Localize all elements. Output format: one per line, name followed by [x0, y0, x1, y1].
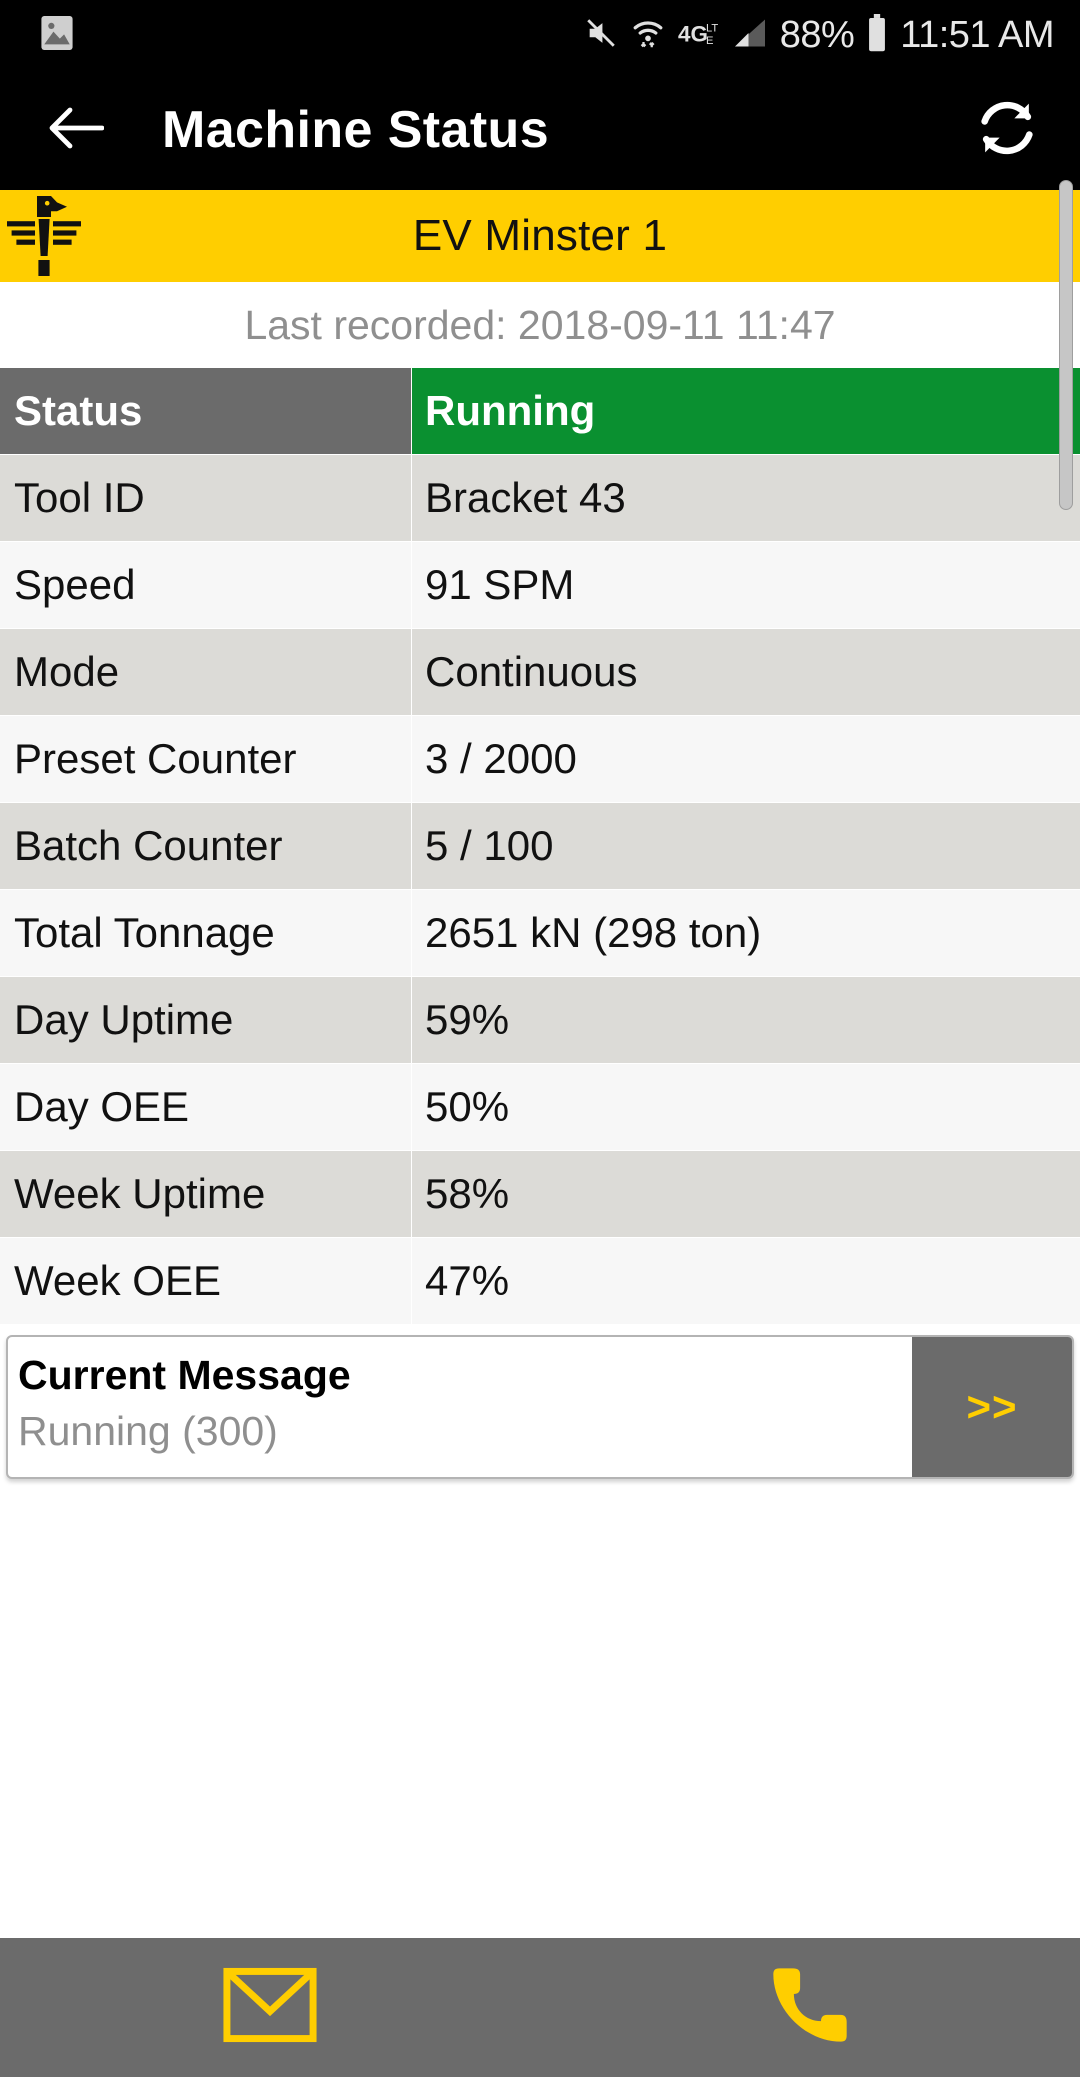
status-bar-right-icons: 4G LT E 88% 11:51 AM: [584, 13, 1054, 57]
current-message-card[interactable]: Current Message Running (300) >>: [6, 1335, 1074, 1479]
row-value: 47%: [412, 1238, 1080, 1324]
row-label: Preset Counter: [0, 716, 411, 802]
content-filler: [0, 1479, 1080, 1938]
svg-text:LT: LT: [706, 22, 718, 34]
phone-icon: [766, 1961, 854, 2054]
machine-name-label: EV Minster 1: [412, 211, 668, 260]
call-button[interactable]: [540, 1938, 1080, 2077]
row-value: Bracket 43: [412, 455, 1080, 541]
row-value: 2651 kN (298 ton): [412, 890, 1080, 976]
scrollbar-thumb[interactable]: [1059, 180, 1073, 510]
table-row: Day Uptime 59%: [0, 977, 1080, 1063]
cellular-signal-icon: [732, 16, 768, 55]
row-label: Week Uptime: [0, 1151, 411, 1237]
row-label: Day OEE: [0, 1064, 411, 1150]
network-4g-lte-icon: 4G LT E: [678, 17, 720, 54]
table-row: Week Uptime 58%: [0, 1151, 1080, 1237]
row-label: Speed: [0, 542, 411, 628]
row-value: 58%: [412, 1151, 1080, 1237]
mute-icon: [584, 15, 618, 56]
table-row: Day OEE 50%: [0, 1064, 1080, 1150]
clock-label: 11:51 AM: [900, 13, 1054, 56]
table-row: Tool ID Bracket 43: [0, 455, 1080, 541]
machine-status-table: Status Running Tool ID Bracket 43 Speed …: [0, 368, 1080, 1325]
current-message-body: Current Message Running (300): [8, 1337, 912, 1477]
status-bar-left-icons: [40, 14, 74, 57]
svg-text:4G: 4G: [678, 21, 708, 46]
email-button[interactable]: [0, 1938, 540, 2077]
envelope-icon: [222, 1967, 318, 2048]
table-row: Preset Counter 3 / 2000: [0, 716, 1080, 802]
table-row: Mode Continuous: [0, 629, 1080, 715]
table-row: Week OEE 47%: [0, 1238, 1080, 1324]
table-row: Batch Counter 5 / 100: [0, 803, 1080, 889]
battery-percent-label: 88%: [779, 13, 855, 56]
row-value: 91 SPM: [412, 542, 1080, 628]
current-message-text: Running (300): [18, 1408, 278, 1455]
row-value: 3 / 2000: [412, 716, 1080, 802]
vertical-scrollbar[interactable]: [1059, 180, 1073, 510]
image-icon: [40, 14, 74, 57]
row-label: Total Tonnage: [0, 890, 411, 976]
row-value: 5 / 100: [412, 803, 1080, 889]
row-value: Continuous: [412, 629, 1080, 715]
table-row-status: Status Running: [0, 368, 1080, 454]
row-label: Tool ID: [0, 455, 411, 541]
back-button[interactable]: [48, 106, 105, 155]
machine-status-screen: 4G LT E 88% 11:51 AM Machine Status EV M…: [0, 0, 1080, 2077]
row-value: 59%: [412, 977, 1080, 1063]
status-badge: Running: [412, 368, 1080, 454]
current-message-section: Current Message Running (300) >>: [0, 1325, 1080, 1479]
row-label: Week OEE: [0, 1238, 411, 1324]
row-label: Batch Counter: [0, 803, 411, 889]
app-bar: Machine Status: [0, 70, 1080, 190]
status-label: Status: [0, 368, 411, 454]
wifi-icon: [630, 15, 666, 56]
double-chevron-right-icon[interactable]: >>: [912, 1337, 1072, 1477]
row-label: Mode: [0, 629, 411, 715]
page-title: Machine Status: [162, 101, 550, 159]
refresh-button[interactable]: [974, 95, 1040, 166]
svg-text:E: E: [706, 35, 713, 47]
current-message-title: Current Message: [18, 1352, 351, 1398]
battery-icon: [866, 13, 888, 57]
table-row: Speed 91 SPM: [0, 542, 1080, 628]
row-label: Day Uptime: [0, 977, 411, 1063]
table-row: Total Tonnage 2651 kN (298 ton): [0, 890, 1080, 976]
row-value: 50%: [412, 1064, 1080, 1150]
system-status-bar: 4G LT E 88% 11:51 AM: [0, 0, 1080, 70]
machine-banner: EV Minster 1: [0, 190, 1080, 282]
last-recorded-label: Last recorded: 2018-09-11 11:47: [0, 282, 1080, 368]
bottom-action-bar: [0, 1938, 1080, 2077]
